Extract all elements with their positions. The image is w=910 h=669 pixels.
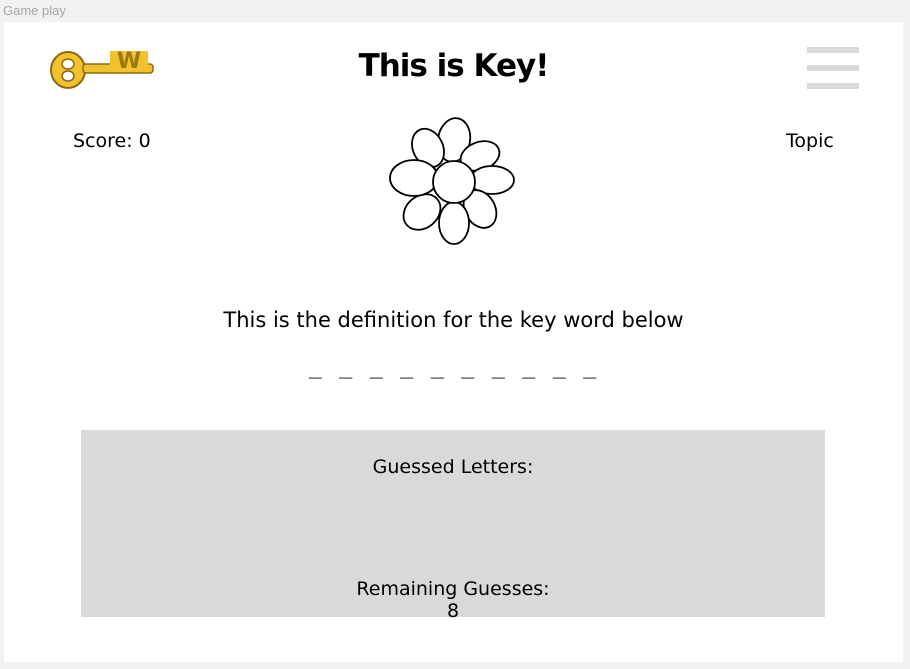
topic-button[interactable]: Topic [786, 130, 834, 152]
word-blanks: _ _ _ _ _ _ _ _ _ _ [308, 354, 599, 379]
guessed-letters-label: Guessed Letters: [372, 456, 534, 478]
word-definition: This is the definition for the key word … [223, 308, 684, 332]
score-label: Score: 0 [73, 130, 151, 152]
game-screen: W This is Key! Score: 0 Topic This is th… [4, 22, 903, 662]
guess-panel: Guessed Letters: Remaining Guesses: 8 [81, 430, 825, 622]
window-title: Game play [3, 3, 66, 18]
flower-icon [389, 117, 515, 245]
page-title: This is Key! [358, 48, 550, 84]
remaining-guesses-label: Remaining Guesses: [356, 578, 550, 600]
hamburger-menu-icon[interactable] [807, 46, 859, 92]
remaining-guesses-count: 8 [446, 600, 460, 622]
